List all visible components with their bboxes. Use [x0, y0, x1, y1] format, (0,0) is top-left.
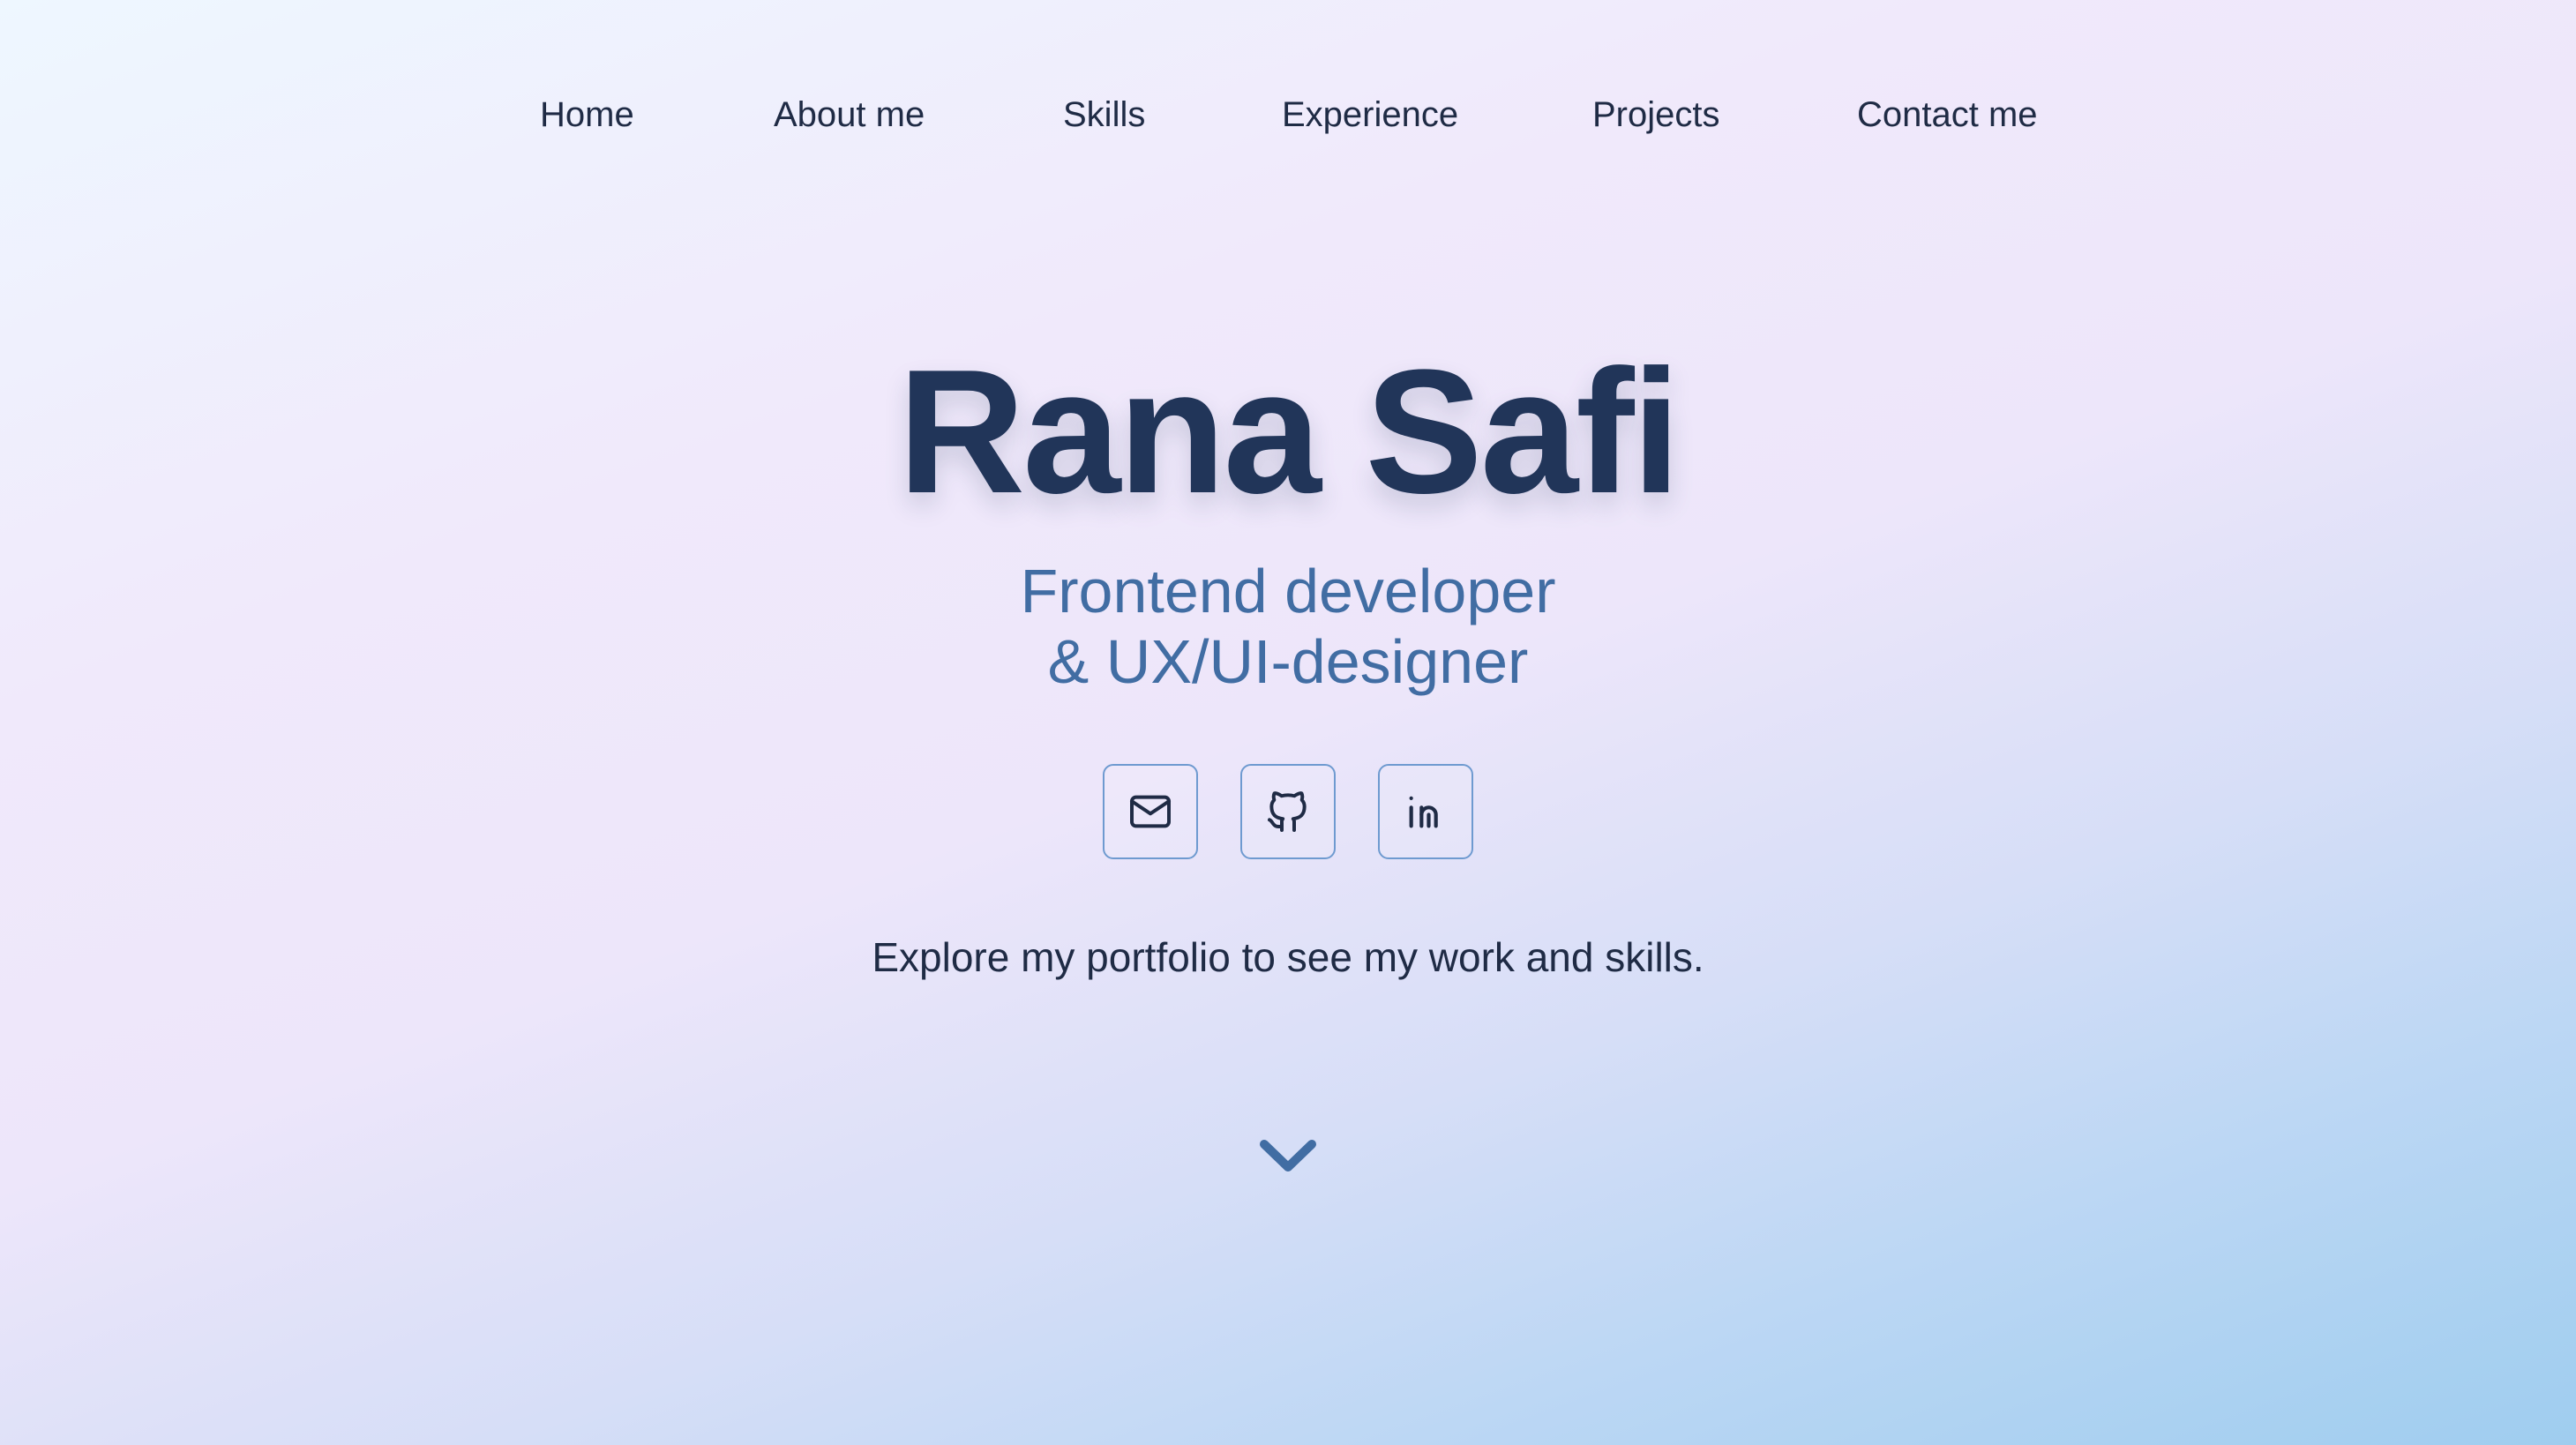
hero-name: Rana Safi: [897, 333, 1681, 530]
mail-icon: [1130, 795, 1171, 828]
email-button[interactable]: [1103, 764, 1198, 859]
hero-subtitle-line-2: & UX/UI-designer: [1047, 627, 1529, 696]
hero-subtitle-line-1: Frontend developer: [1020, 557, 1556, 625]
main-nav: Home About me Skills Experience Projects…: [0, 95, 2576, 145]
hero-subtitle: Frontend developer & UX/UI-designer: [0, 556, 2576, 697]
nav-item-skills[interactable]: Skills: [1063, 95, 1145, 135]
social-links: [1103, 764, 1473, 861]
github-icon: [1268, 791, 1307, 832]
nav-item-about-me[interactable]: About me: [774, 95, 925, 135]
chevron-down-icon: [1260, 1140, 1316, 1172]
github-button[interactable]: [1240, 764, 1336, 859]
nav-item-contact-me[interactable]: Contact me: [1857, 95, 2038, 135]
scroll-down-button[interactable]: [1253, 1129, 1323, 1182]
nav-item-home[interactable]: Home: [540, 95, 634, 135]
hero-tagline: Explore my portfolio to see my work and …: [872, 934, 1704, 980]
nav-item-projects[interactable]: Projects: [1592, 95, 1720, 135]
linkedin-icon: [1409, 796, 1438, 828]
nav-item-experience[interactable]: Experience: [1282, 95, 1458, 135]
linkedin-button[interactable]: [1378, 764, 1473, 859]
